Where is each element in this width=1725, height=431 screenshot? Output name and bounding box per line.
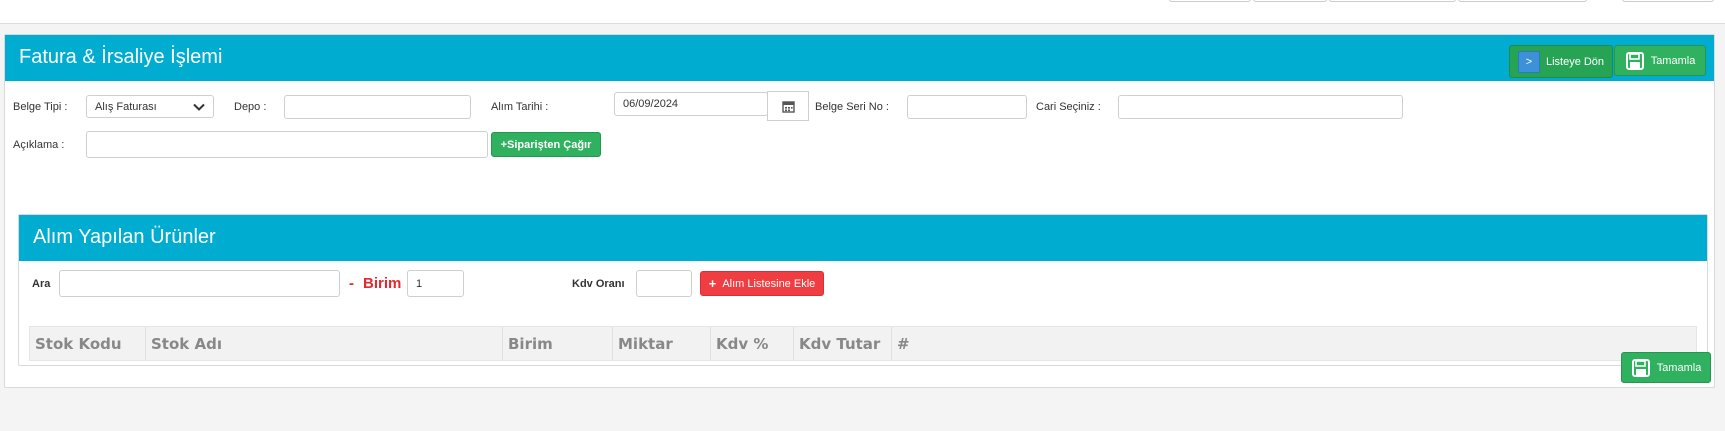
panel-header: Fatura & İrsaliye İşlemi > Listeye Dön T…: [5, 35, 1714, 81]
column-header[interactable]: Birim: [503, 327, 613, 360]
page-title: Fatura & İrsaliye İşlemi: [19, 46, 223, 68]
description-label: Açıklama :: [13, 139, 65, 151]
doc-type-select[interactable]: Alış Faturası: [86, 95, 214, 118]
column-header[interactable]: Miktar: [613, 327, 711, 360]
top-toolbar: [0, 0, 1725, 24]
column-header[interactable]: Kdv Tutar: [794, 327, 892, 360]
products-panel: Alım Yapılan Ürünler Ara - Birim 1 Kdv O…: [18, 214, 1708, 366]
unit-label: Birim: [363, 275, 402, 292]
complete-label: Tamamla: [1656, 361, 1702, 374]
column-header[interactable]: Stok Kodu: [30, 327, 146, 360]
purchase-date-label: Alım Tarihi :: [491, 101, 549, 113]
save-icon: [1625, 51, 1644, 70]
doc-type-label: Belge Tipi :: [13, 101, 68, 113]
plus-icon: +: [708, 276, 717, 291]
doc-type-value: Alış Faturası: [95, 100, 157, 113]
toolbar-button[interactable]: [1253, 0, 1327, 2]
chevron-down-icon: [193, 103, 205, 111]
vat-rate-input[interactable]: [636, 270, 692, 297]
warehouse-label: Depo :: [234, 101, 267, 113]
call-from-order-button[interactable]: +Siparişten Çağır: [491, 132, 601, 157]
search-input[interactable]: [59, 270, 340, 297]
column-header[interactable]: Stok Adı: [146, 327, 503, 360]
chevron-right-icon: >: [1517, 50, 1540, 73]
unit-input[interactable]: 1: [407, 270, 464, 297]
serial-no-label: Belge Seri No :: [815, 101, 889, 113]
invoice-panel: Fatura & İrsaliye İşlemi > Listeye Dön T…: [4, 34, 1715, 388]
calendar-button[interactable]: [767, 91, 809, 121]
toolbar-button[interactable]: [1458, 0, 1587, 2]
purchase-date-input[interactable]: 06/09/2024: [614, 92, 768, 116]
serial-no-input[interactable]: [907, 95, 1027, 119]
account-input[interactable]: [1118, 95, 1403, 119]
column-header[interactable]: #: [892, 327, 1696, 360]
search-label: Ara: [32, 278, 51, 290]
products-header: Alım Yapılan Ürünler: [19, 215, 1707, 261]
back-to-list-label: Listeye Dön: [1545, 55, 1605, 68]
complete-button-bottom[interactable]: Tamamla: [1621, 352, 1711, 383]
toolbar-button[interactable]: [1329, 0, 1456, 2]
add-to-purchase-list-button[interactable]: + Alım Listesine Ekle: [700, 271, 824, 296]
account-label: Cari Seçiniz :: [1036, 101, 1101, 113]
add-to-purchase-list-label: Alım Listesine Ekle: [722, 277, 816, 290]
vat-rate-label: Kdv Oranı: [572, 278, 625, 290]
dash-separator: -: [349, 275, 354, 292]
save-icon: [1631, 358, 1650, 377]
toolbar-button[interactable]: [1622, 0, 1714, 2]
complete-label: Tamamla: [1650, 54, 1696, 67]
column-header[interactable]: Kdv %: [711, 327, 794, 360]
description-input[interactable]: [86, 131, 488, 158]
products-table-header: Stok Kodu Stok Adı Birim Miktar Kdv % Kd…: [29, 326, 1697, 361]
toolbar-button[interactable]: [1169, 0, 1251, 2]
calendar-icon: [781, 100, 795, 113]
products-title: Alım Yapılan Ürünler: [33, 226, 216, 248]
back-to-list-button[interactable]: > Listeye Dön: [1509, 45, 1613, 78]
warehouse-input[interactable]: [284, 95, 471, 119]
complete-button-top[interactable]: Tamamla: [1614, 45, 1706, 76]
